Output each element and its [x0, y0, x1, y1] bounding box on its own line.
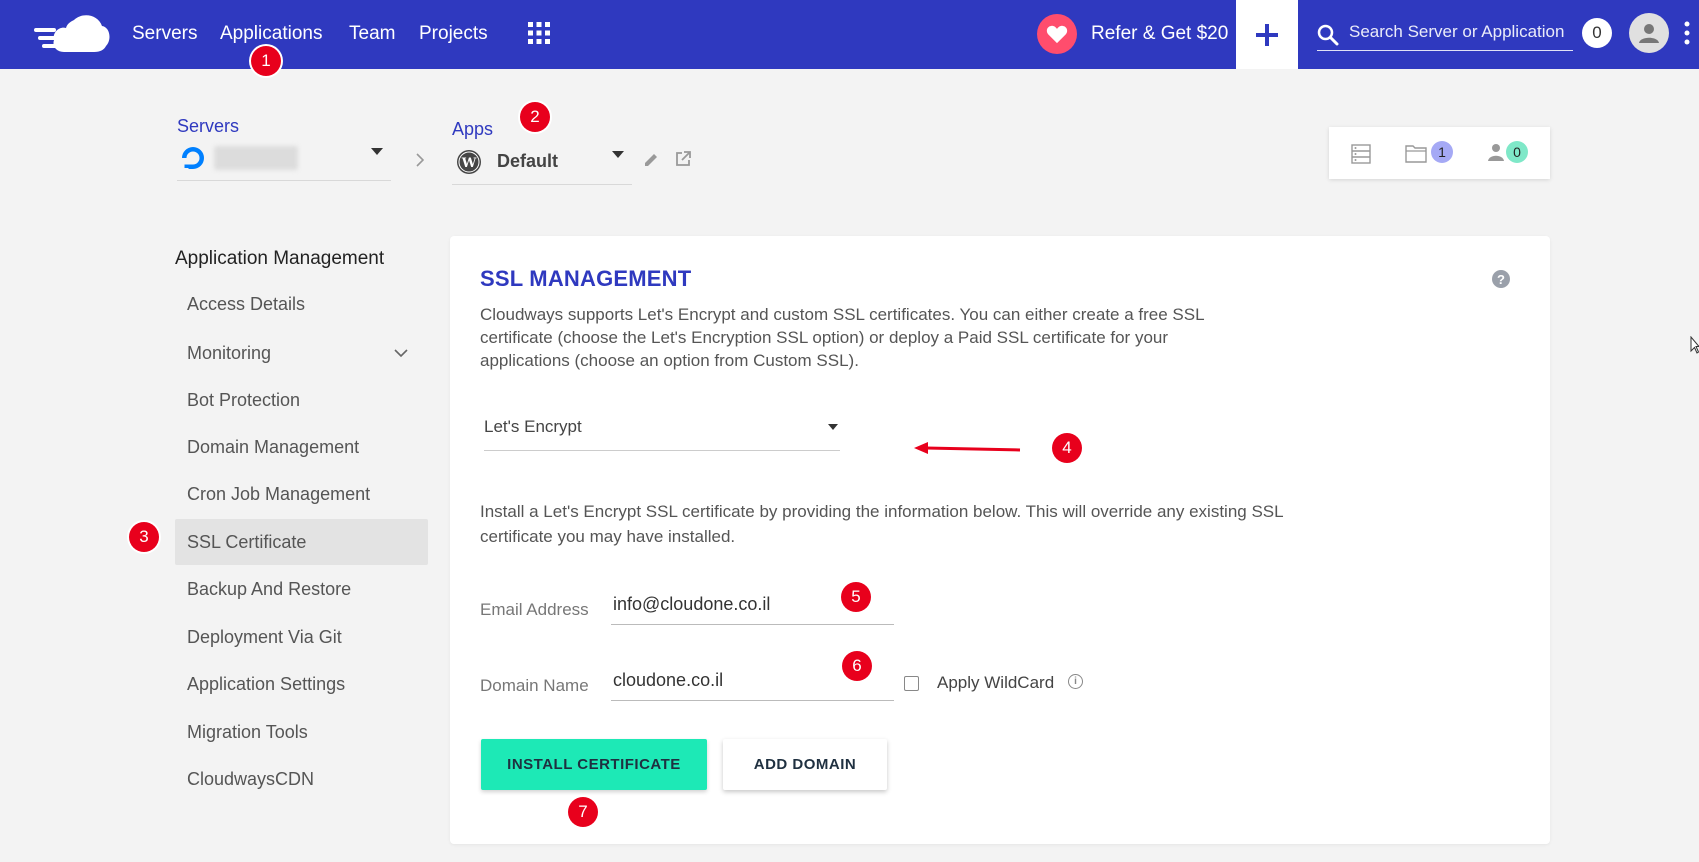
page-title: SSL MANAGEMENT [480, 266, 692, 291]
servers-label: Servers [177, 116, 240, 136]
caret-down-icon [371, 148, 383, 155]
sidebar-item-label: Bot Protection [187, 390, 301, 410]
annotation-marker: 4 [1052, 433, 1082, 463]
sidebar-item-ssl-certificate[interactable]: SSL Certificate [175, 519, 428, 565]
install-info-line: Install a Let's Encrypt SSL certificate … [480, 502, 1284, 521]
sidebar-item-label: SSL Certificate [187, 532, 307, 552]
ssl-description-line: certificate (choose the Let's Encryption… [480, 328, 1169, 347]
svg-text:W: W [461, 156, 477, 171]
sidebar-item-label: Deployment Via Git [187, 627, 342, 647]
caret-down-icon [612, 151, 624, 158]
wildcard-checkbox[interactable] [904, 676, 919, 691]
ssl-management-card: SSL MANAGEMENT ? Cloudways supports Let'… [450, 236, 1550, 844]
sidebar-item-domain-management[interactable]: Domain Management [175, 424, 428, 470]
sidebar-item-label: Application Settings [187, 674, 346, 694]
sidebar-item-application-settings[interactable]: Application Settings [175, 661, 428, 707]
annotation-arrow-icon [914, 442, 1021, 454]
avatar[interactable] [1629, 13, 1669, 53]
server-name-redacted [214, 146, 298, 170]
refer-label: Refer & Get $20 [1091, 23, 1229, 44]
wildcard-label: Apply WildCard [937, 673, 1055, 692]
search-box [1317, 16, 1573, 51]
sidebar-item-access-details[interactable]: Access Details [175, 281, 428, 327]
external-link-icon[interactable] [674, 150, 692, 168]
search-icon [1317, 24, 1339, 46]
search-input[interactable] [1349, 20, 1571, 44]
email-label: Email Address [480, 600, 589, 619]
refer-link[interactable]: Refer & Get $20 [1037, 13, 1228, 55]
annotation-marker: 5 [841, 582, 871, 612]
add-button[interactable] [1236, 0, 1298, 69]
add-domain-button[interactable]: ADD DOMAIN [723, 739, 887, 790]
chevron-down-icon [394, 349, 408, 358]
heart-icon [1037, 14, 1077, 54]
sidebar-title: Application Management [175, 248, 385, 269]
sidebar-item-label: CloudwaysCDN [187, 769, 315, 789]
edit-icon[interactable] [644, 152, 659, 167]
folder-count: 1 [1431, 141, 1453, 163]
user-icon [1639, 24, 1659, 43]
sidebar-item-label: Monitoring [187, 343, 272, 363]
digitalocean-icon [182, 147, 204, 169]
info-icon[interactable]: i [1068, 674, 1083, 689]
nav-applications[interactable]: Applications [220, 22, 322, 46]
ssl-type-selected: Let's Encrypt [484, 417, 582, 436]
app-stats-widget: 1 0 [1329, 127, 1550, 179]
sidebar-item-bot-protection[interactable]: Bot Protection [175, 377, 428, 423]
users-icon[interactable] [1486, 142, 1506, 162]
sidebar-item-monitoring[interactable]: Monitoring [175, 330, 428, 376]
annotation-marker: 7 [568, 797, 598, 827]
sidebar-item-deployment-via-git[interactable]: Deployment Via Git [175, 614, 428, 660]
mouse-cursor-icon [1690, 336, 1699, 354]
nav-team[interactable]: Team [349, 22, 395, 46]
domain-label: Domain Name [480, 676, 589, 695]
apps-grid-icon[interactable] [528, 22, 550, 44]
annotation-marker: 2 [520, 102, 550, 132]
caret-down-icon [828, 424, 838, 430]
notification-count[interactable]: 0 [1582, 18, 1612, 48]
sidebar-item-cloudwayscdn[interactable]: CloudwaysCDN [175, 756, 428, 802]
apps-label: Apps [452, 119, 494, 139]
users-count: 0 [1506, 141, 1528, 163]
kebab-menu-icon[interactable] [1683, 21, 1691, 45]
install-certificate-button[interactable]: INSTALL CERTIFICATE [481, 739, 707, 790]
sidebar-item-label: Backup And Restore [187, 579, 352, 599]
chevron-right-icon [416, 153, 424, 167]
app-name: Default [497, 151, 559, 171]
annotation-marker: 3 [129, 522, 159, 552]
cloudways-logo-icon[interactable] [34, 12, 110, 56]
folder-icon[interactable] [1405, 143, 1427, 163]
sidebar-item-label: Migration Tools [187, 722, 308, 742]
sidebar-item-cron-job-management[interactable]: Cron Job Management [175, 471, 428, 517]
sidebar-item-backup-and-restore[interactable]: Backup And Restore [175, 566, 428, 612]
ssl-type-select[interactable]: Let's Encrypt [484, 404, 840, 451]
sidebar-item-label: Cron Job Management [187, 484, 371, 504]
server-list-icon[interactable] [1351, 144, 1371, 164]
help-icon[interactable]: ? [1492, 270, 1510, 288]
wordpress-icon: W [457, 150, 481, 174]
ssl-description-line: applications (choose an option from Cust… [480, 351, 859, 370]
plus-icon [1256, 23, 1278, 46]
nav-projects[interactable]: Projects [419, 22, 488, 46]
install-info-line: certificate you may have installed. [480, 527, 736, 546]
ssl-description-line: Cloudways supports Let's Encrypt and cus… [480, 305, 1205, 324]
nav-servers[interactable]: Servers [132, 22, 197, 46]
sidebar-item-label: Domain Management [187, 437, 360, 457]
sidebar-item-migration-tools[interactable]: Migration Tools [175, 709, 428, 755]
sidebar-item-label: Access Details [187, 294, 306, 314]
annotation-marker: 1 [251, 46, 281, 76]
annotation-marker: 6 [842, 651, 872, 681]
